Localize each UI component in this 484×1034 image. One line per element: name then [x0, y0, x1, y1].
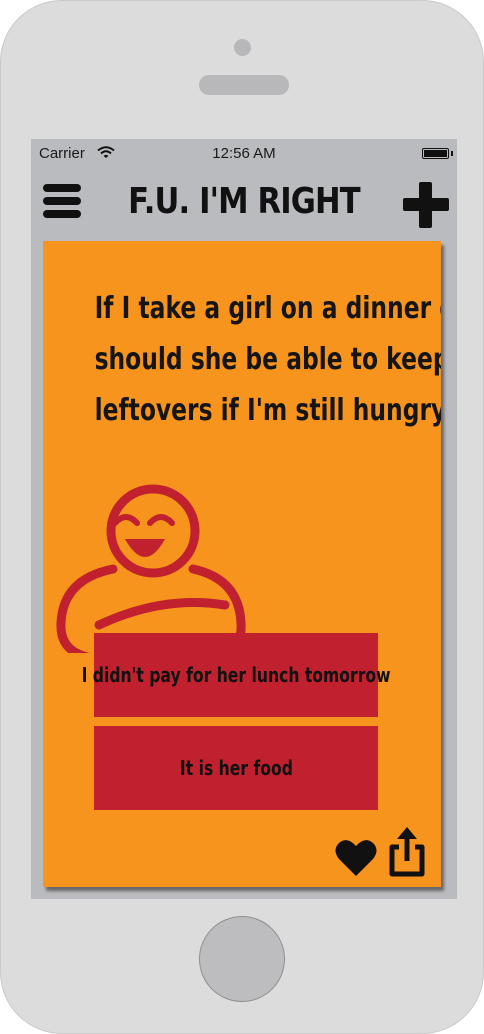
home-button[interactable] [199, 916, 285, 1002]
question-card: If I take a girl on a dinner date should… [43, 241, 441, 887]
heart-icon[interactable] [335, 838, 377, 878]
answer-label: It is her food [179, 756, 293, 780]
battery-nub [451, 151, 453, 156]
answer-label: I didn't pay for her lunch tomorrow [81, 663, 391, 687]
share-icon[interactable] [388, 825, 426, 877]
question-text: If I take a girl on a dinner date should… [94, 283, 441, 436]
app-screen: Carrier 12:56 AM F.U. I'M RIGHT If I tak… [31, 139, 457, 899]
phone-frame: Carrier 12:56 AM F.U. I'M RIGHT If I tak… [0, 0, 484, 1034]
battery-level-fill [424, 150, 447, 157]
plus-icon[interactable] [403, 182, 449, 228]
nav-bar: F.U. I'M RIGHT [31, 169, 457, 239]
question-line: leftovers if I'm still hungry? [94, 393, 441, 428]
answer-button-2[interactable]: It is her food [94, 726, 378, 810]
status-bar: Carrier 12:56 AM [31, 139, 457, 169]
earpiece-speaker [199, 75, 289, 95]
status-time: 12:56 AM [212, 145, 276, 162]
answer-button-1[interactable]: I didn't pay for her lunch tomorrow [82, 633, 390, 717]
question-line: If I take a girl on a dinner date [94, 291, 441, 326]
plus-bar-vertical [419, 182, 432, 228]
app-title: F.U. I'M RIGHT [128, 181, 361, 222]
laughing-mascot-illustration [56, 484, 246, 653]
front-camera [234, 39, 251, 56]
battery-icon [422, 148, 449, 159]
question-line: should she be able to keep her [94, 342, 441, 377]
